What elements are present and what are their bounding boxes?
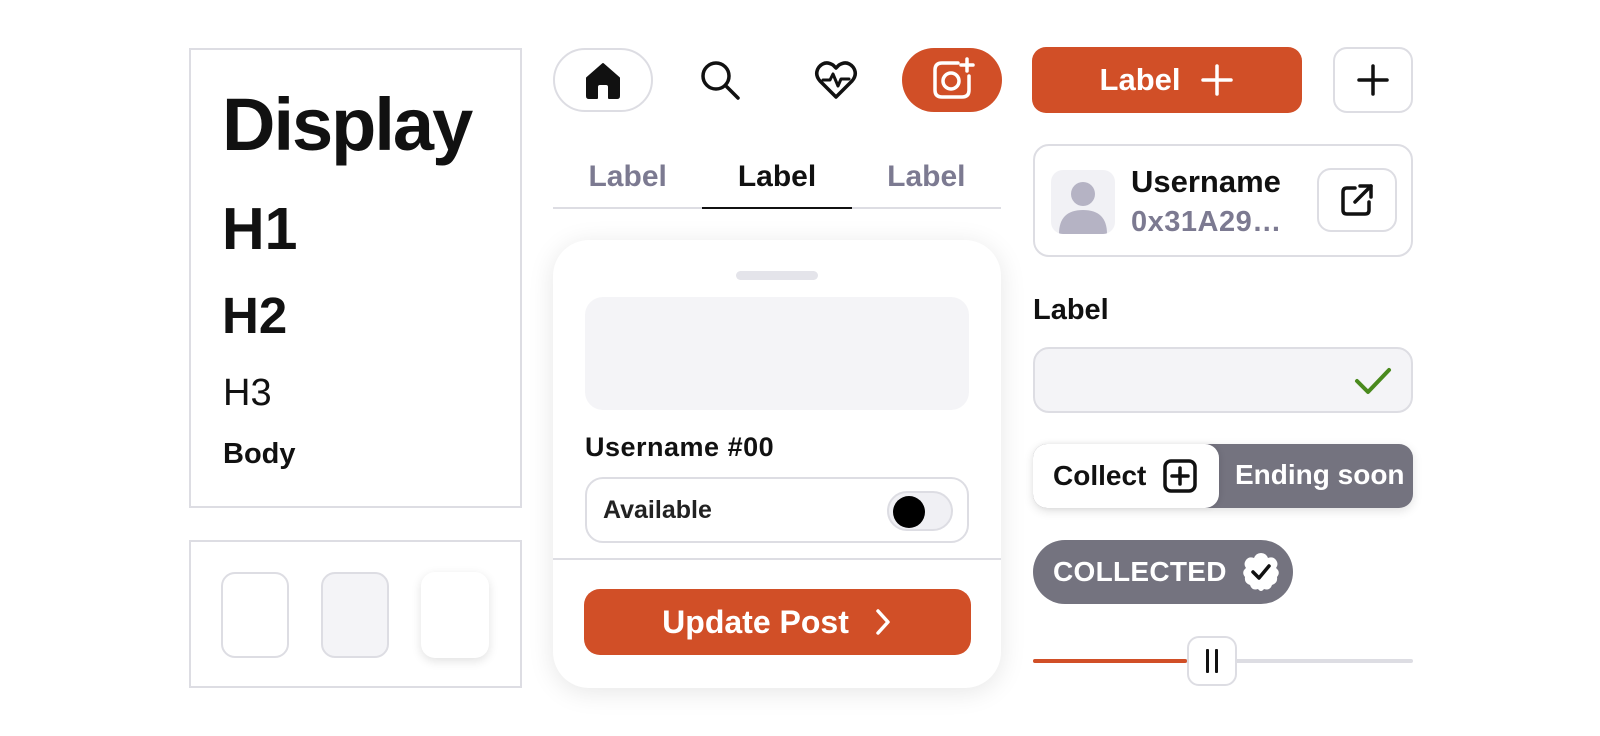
surface-swatch-card [189,540,522,688]
sheet-divider [553,558,1001,560]
label-add-button[interactable]: Label [1032,47,1302,113]
search-icon [701,61,740,100]
tab-3[interactable]: Label [852,152,1001,207]
nav-home-button[interactable] [553,48,653,112]
media-placeholder [585,297,969,410]
display-text: Display [222,83,473,166]
tab-1[interactable]: Label [553,152,702,207]
collect-bar: Collect Ending soon [1033,444,1413,508]
collected-label: COLLECTED [1053,556,1227,587]
nav-create-post-button[interactable] [902,48,1002,112]
avatar [1051,170,1115,234]
nav-search-button[interactable] [670,48,770,112]
availability-label: Available [603,495,712,524]
check-icon [1355,368,1391,394]
post-sheet: Username #00 Available Update Post [553,240,1001,688]
thumb-grip-line [1205,649,1209,673]
surface-swatch-filled [321,572,389,658]
user-placeholder-icon [1059,182,1107,234]
field-label: Label [1033,294,1109,326]
tab-bar: Label Label Label [553,152,1001,209]
add-square-icon [1163,459,1198,493]
verified-badge-icon [1243,553,1279,591]
h3-text: H3 [223,372,272,414]
availability-row: Available [585,477,969,543]
slider-fill [1033,659,1187,663]
tab-2[interactable]: Label [702,152,852,209]
slider-thumb[interactable] [1186,636,1237,686]
text-input[interactable] [1033,347,1413,413]
sheet-drag-handle[interactable] [736,271,818,280]
collect-label: Collect [1053,460,1147,491]
surface-swatch-shadow [421,572,489,658]
heart-pulse-icon [815,61,857,99]
ending-soon-label: Ending soon [1235,459,1405,490]
plus-icon [1201,64,1234,96]
open-external-button[interactable] [1317,168,1397,232]
typography-card: Display H1 H2 H3 Body [189,48,522,508]
label-button-text: Label [1099,62,1181,97]
collect-button[interactable]: Collect [1033,444,1219,508]
nav-activity-button[interactable] [786,48,886,112]
add-button[interactable] [1333,47,1413,113]
slider[interactable] [1033,636,1413,686]
toggle-knob [893,496,925,528]
plus-icon [1357,64,1389,96]
surface-swatch-outline [221,572,289,658]
h1-text: H1 [222,196,298,262]
h2-text: H2 [222,287,288,344]
camera-plus-icon [933,57,975,99]
user-card-name: Username [1131,164,1281,199]
collected-badge: COLLECTED [1033,540,1293,604]
body-text: Body [223,438,296,470]
external-link-icon [1341,184,1373,216]
user-card-address: 0x31A29… [1131,206,1282,238]
home-icon [586,63,620,99]
user-card: Username 0x31A29… [1033,144,1413,257]
update-post-button[interactable]: Update Post [584,589,971,655]
update-post-label: Update Post [662,603,849,640]
availability-toggle[interactable] [887,491,953,531]
sheet-username: Username #00 [585,432,775,462]
thumb-grip-line [1214,649,1218,673]
chevron-right-icon [876,609,890,635]
